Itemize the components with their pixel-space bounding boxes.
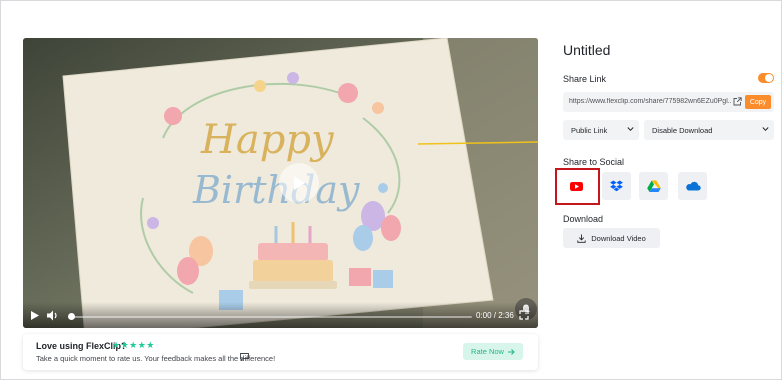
chevron-down-icon <box>762 127 769 132</box>
dropbox-icon <box>610 180 623 192</box>
project-title: Untitled <box>563 42 611 58</box>
fullscreen-icon[interactable] <box>519 310 529 320</box>
google-drive-icon <box>646 180 661 192</box>
share-onedrive-button[interactable] <box>678 172 707 200</box>
share-to-social-label: Share to Social <box>563 157 625 167</box>
share-link-label: Share Link <box>563 74 607 84</box>
svg-text:Birthday: Birthday <box>192 168 360 212</box>
video-controls: 0:00 / 2:36 <box>23 302 538 328</box>
share-link-toggle[interactable] <box>758 73 774 83</box>
play-icon[interactable] <box>31 311 39 320</box>
play-overlay-button[interactable] <box>279 163 319 203</box>
rating-stars: ★★★★★ <box>112 340 155 350</box>
rate-now-button[interactable]: Rate Now <box>463 343 523 360</box>
youtube-icon <box>570 181 583 191</box>
download-permission-value: Disable Download <box>652 126 713 135</box>
video-player[interactable]: Happy Birthday 0:00 / 2:36 <box>23 38 538 328</box>
download-label: Download <box>563 214 604 224</box>
share-dropbox-button[interactable] <box>602 172 631 200</box>
progress-handle[interactable] <box>68 313 75 320</box>
link-visibility-value: Public Link <box>571 126 608 135</box>
share-link-url: https://www.flexclip.com/share/775982wn6… <box>569 98 731 105</box>
share-google-drive-button[interactable] <box>639 172 668 200</box>
arrow-right-icon <box>507 348 515 355</box>
link-visibility-select[interactable]: Public Link <box>563 120 639 140</box>
svg-text:Happy: Happy <box>200 117 335 163</box>
download-video-label: Download Video <box>591 233 646 243</box>
time-display: 0:00 / 2:36 <box>476 311 514 320</box>
share-link-field[interactable]: https://www.flexclip.com/share/775982wn6… <box>563 92 774 112</box>
download-permission-select[interactable]: Disable Download <box>644 120 774 140</box>
chevron-down-icon <box>627 127 634 132</box>
progress-bar[interactable] <box>69 316 472 318</box>
app-frame: Happy Birthday 0:00 / 2:36 Love using Fl… <box>0 0 782 380</box>
download-icon <box>577 234 586 243</box>
copy-button[interactable]: Copy <box>745 95 771 109</box>
rating-banner: Love using FlexClip? ★★★★★ Take a quick … <box>23 334 538 370</box>
share-youtube-button[interactable] <box>562 172 591 200</box>
rate-now-label: Rate Now <box>471 347 504 356</box>
volume-icon[interactable] <box>47 310 59 321</box>
open-link-icon[interactable] <box>733 97 742 106</box>
chat-icon <box>240 353 249 361</box>
download-video-button[interactable]: Download Video <box>563 228 660 248</box>
onedrive-icon <box>685 181 701 191</box>
play-icon <box>294 176 305 190</box>
